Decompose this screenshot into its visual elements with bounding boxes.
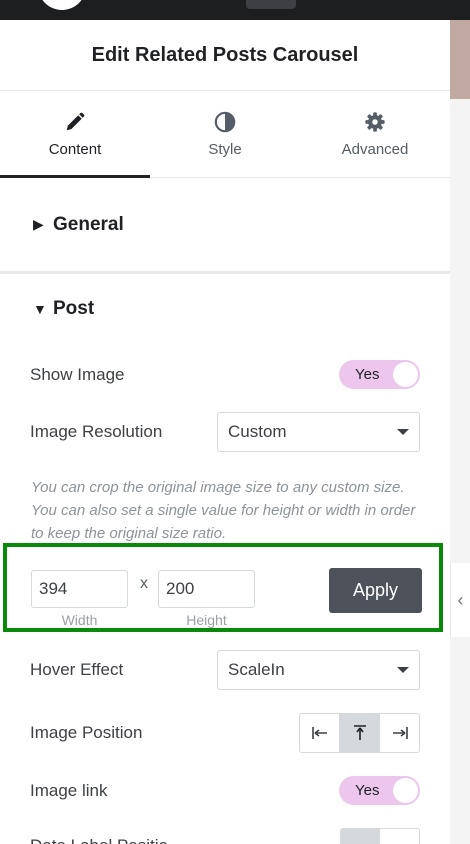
section-general-title: General	[53, 213, 124, 235]
gear-icon	[365, 111, 385, 132]
hover-effect-row: Hover Effect ScaleIn	[30, 650, 420, 690]
image-link-row: Image link Yes	[30, 776, 420, 805]
tab-content[interactable]: Content	[0, 91, 150, 178]
panel-title: Edit Related Posts Carousel	[91, 43, 359, 66]
image-position-row: Image Position	[30, 713, 420, 753]
apply-button[interactable]: Apply	[329, 568, 422, 613]
section-general[interactable]: ▶ General	[0, 178, 450, 274]
tab-style-label: Style	[208, 140, 242, 158]
panel-header: Edit Related Posts Carousel	[0, 20, 450, 91]
half-circle-icon	[214, 111, 236, 132]
preview-strip: ‹	[450, 20, 470, 844]
toggle-knob	[393, 362, 418, 387]
collapse-panel-button[interactable]: ‹	[450, 563, 470, 637]
caret-right-icon: ▶	[33, 216, 44, 232]
height-input[interactable]: 200	[158, 570, 255, 608]
hover-effect-select[interactable]: ScaleIn	[217, 650, 420, 690]
top-bar-control[interactable]	[246, 0, 296, 9]
align-left-icon	[311, 727, 327, 739]
align-top-icon	[353, 725, 366, 740]
chevron-down-icon	[397, 429, 409, 435]
pencil-icon	[66, 112, 85, 130]
chevron-left-icon: ‹	[457, 589, 464, 610]
date-label-position-row: Date Label Positio	[30, 826, 420, 844]
tab-advanced-label: Advanced	[341, 140, 409, 158]
avatar[interactable]	[38, 0, 86, 10]
custom-dimensions-highlight: 394 x 200 Width Height Apply	[3, 543, 443, 632]
dimension-separator: x	[140, 575, 148, 592]
image-link-toggle-text: Yes	[355, 782, 380, 799]
tab-style[interactable]: Style	[150, 91, 300, 177]
hover-effect-label: Hover Effect	[30, 660, 124, 679]
date-label-position-label: Date Label Positio	[30, 836, 168, 844]
width-caption: Width	[61, 612, 98, 628]
image-resolution-select[interactable]: Custom	[217, 412, 420, 452]
show-image-toggle[interactable]: Yes	[339, 360, 420, 389]
top-bar	[0, 0, 470, 20]
image-position-label: Image Position	[30, 723, 143, 742]
show-image-toggle-text: Yes	[355, 366, 380, 383]
editor-panel: Edit Related Posts Carousel Content Styl…	[0, 20, 450, 844]
tab-content-label: Content	[48, 140, 102, 158]
image-resolution-row: Image Resolution Custom	[30, 412, 420, 452]
section-post[interactable]: ▼ Post	[0, 274, 450, 344]
help-text: You can crop the original image size to …	[31, 479, 416, 542]
show-image-label: Show Image	[30, 364, 125, 384]
show-image-row: Show Image Yes	[30, 360, 420, 389]
align-top-button[interactable]	[339, 714, 379, 752]
image-position-control	[299, 713, 420, 753]
image-link-label: Image link	[30, 780, 108, 800]
image-link-toggle[interactable]: Yes	[339, 776, 420, 805]
section-post-title: Post	[53, 298, 95, 319]
height-caption: Height	[186, 612, 227, 628]
toggle-knob	[393, 778, 418, 803]
image-resolution-label: Image Resolution	[30, 422, 163, 441]
align-right-icon	[392, 727, 408, 739]
preview-image	[450, 20, 470, 99]
image-resolution-value: Custom	[228, 422, 287, 441]
caret-down-icon: ▼	[33, 301, 47, 317]
tab-advanced[interactable]: Advanced	[300, 91, 450, 177]
width-input[interactable]: 394	[31, 570, 128, 608]
hover-effect-value: ScaleIn	[228, 660, 285, 679]
chevron-down-icon	[397, 667, 409, 673]
tab-bar: Content Style Advanced	[0, 91, 450, 178]
align-right-button[interactable]	[379, 714, 419, 752]
date-label-position-control[interactable]	[340, 828, 420, 844]
align-left-button[interactable]	[300, 714, 339, 752]
